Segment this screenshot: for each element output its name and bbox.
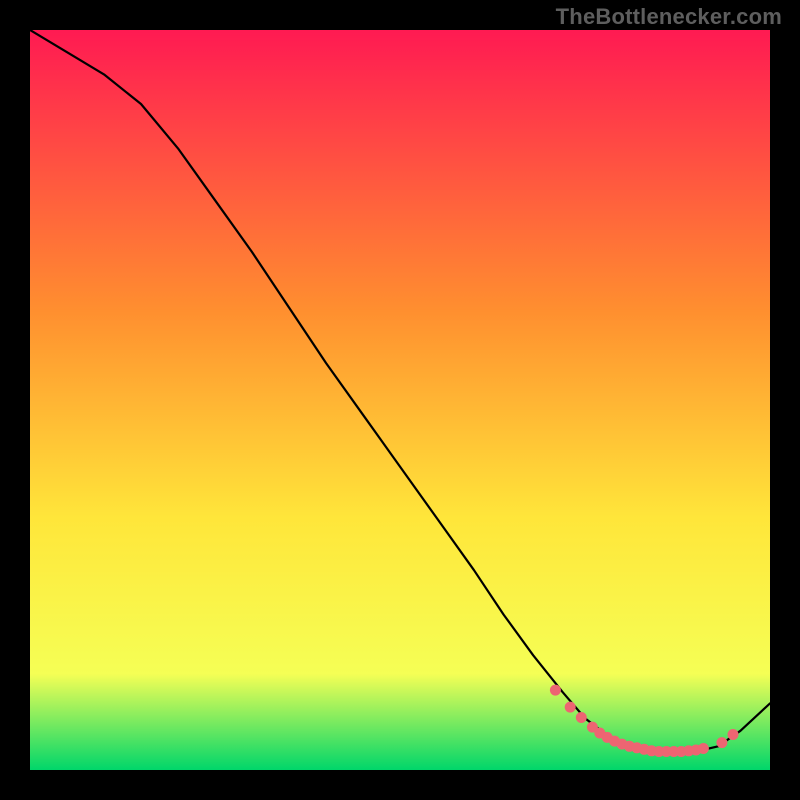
watermark-text: TheBottlenecker.com (556, 4, 782, 30)
curve-marker (728, 729, 739, 740)
curve-marker (716, 737, 727, 748)
gradient-background (30, 30, 770, 770)
curve-marker (550, 685, 561, 696)
curve-marker (565, 702, 576, 713)
chart-stage: TheBottlenecker.com (0, 0, 800, 800)
curve-marker (576, 712, 587, 723)
curve-marker (698, 743, 709, 754)
plot-area (30, 30, 770, 770)
chart-svg (30, 30, 770, 770)
